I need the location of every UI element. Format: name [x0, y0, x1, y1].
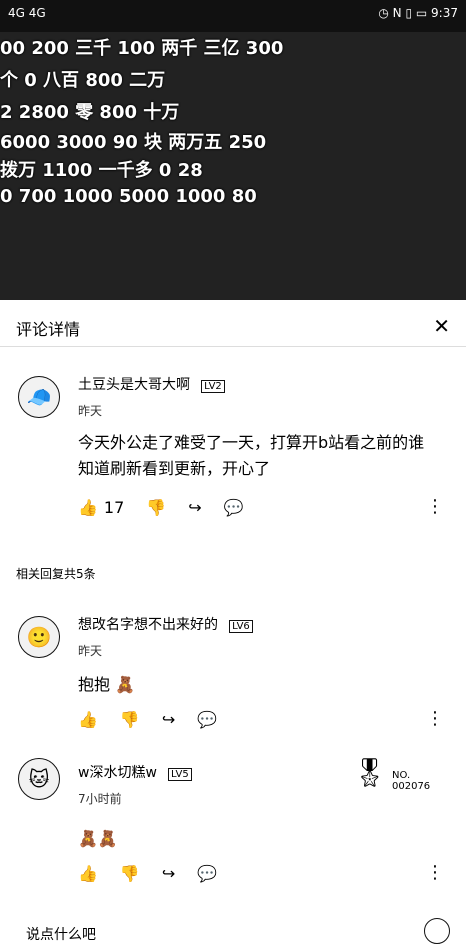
comment-author[interactable]: 土豆头是大哥大啊: [78, 377, 190, 393]
emoji-icon[interactable]: [424, 918, 450, 944]
comment-icon: 💬: [197, 710, 218, 729]
dislike-button[interactable]: 👎: [146, 498, 166, 517]
more-icon[interactable]: ⋮: [426, 496, 444, 517]
sticker-icon: 🧸🧸: [78, 829, 118, 848]
thumbs-down-icon: 👎: [119, 710, 140, 729]
video-player[interactable]: 00 200 三千 100 两千 三亿 300 个 0 八百 800 二万 2 …: [0, 0, 466, 300]
comment-input[interactable]: 说点什么吧: [26, 924, 96, 944]
avatar[interactable]: 🧢: [18, 376, 60, 418]
badge-icon: 🎖: [352, 756, 388, 789]
reply-text: 🧸🧸: [78, 826, 118, 852]
avatar[interactable]: 🙂: [18, 616, 60, 658]
divider: [0, 346, 466, 347]
alarm-icon: ◷: [378, 6, 389, 20]
share-icon: ↪: [161, 710, 176, 729]
like-button[interactable]: 👍 17: [78, 498, 124, 517]
fan-badge: 🎖 NO. 002076: [352, 756, 448, 806]
like-count: 17: [103, 498, 125, 517]
reply-button[interactable]: 💬: [224, 498, 244, 517]
reply-item: 🐱 w深水切糕w LV5 7小时前 🎖 NO. 002076 🧸🧸 👍 👎 ↪ …: [0, 742, 466, 902]
share-button[interactable]: ↪: [188, 498, 201, 517]
thumbs-up-icon: 👍: [78, 710, 98, 729]
battery-icon: ▭: [415, 6, 428, 20]
panel-title: 评论详情: [16, 320, 81, 339]
like-button[interactable]: 👍: [78, 864, 98, 883]
thumbs-up-icon: 👍: [78, 864, 98, 883]
danmaku-line: 00 200 三千 100 两千 三亿 300: [0, 38, 284, 59]
reply-time: 昨天: [78, 644, 103, 658]
thumbs-down-icon: 👎: [119, 864, 140, 883]
danmaku-line: 拨万 1100 一千多 0 28: [0, 160, 203, 181]
nfc-icon: N: [392, 6, 402, 20]
share-icon: ↪: [161, 864, 176, 883]
thumbs-up-icon: 👍: [78, 498, 98, 517]
level-badge: LV2: [201, 380, 225, 393]
dislike-button[interactable]: 👎: [120, 864, 140, 883]
share-icon: ↪: [188, 498, 202, 517]
status-right: ◷ N ▯ ▭ 9:37: [378, 6, 458, 20]
reply-item: 🙂 想改名字想不出来好的 LV6 昨天 抱抱 🧸 👍 👎 ↪ 💬 ⋮: [0, 600, 466, 740]
reply-button[interactable]: 💬: [197, 710, 217, 729]
reply-author[interactable]: 想改名字想不出来好的: [78, 617, 218, 633]
replies-header: 相关回复共5条: [16, 567, 96, 581]
reply-text: 抱抱 🧸: [78, 675, 136, 694]
comment-icon: 💬: [223, 498, 244, 517]
share-button[interactable]: ↪: [162, 710, 175, 729]
comment-text: 今天外公走了难受了一天，打算开b站看之前的谁知道刷新看到更新，开心了: [78, 433, 425, 478]
close-icon[interactable]: ✕: [433, 314, 450, 338]
danmaku-line: 0 700 1000 5000 1000 80: [0, 186, 257, 207]
danmaku-line: 2 2800 零 800 十万: [0, 102, 180, 123]
reply-time: 7小时前: [78, 792, 122, 806]
danmaku-line: 6000 3000 90 块 两万五 250: [0, 132, 267, 153]
sticker-icon: 🧸: [115, 675, 136, 694]
more-icon[interactable]: ⋮: [426, 708, 444, 729]
clock: 9:37: [431, 6, 458, 20]
reply-author[interactable]: w深水切糕w: [78, 765, 157, 781]
comment-time: 昨天: [78, 404, 103, 418]
avatar[interactable]: 🐱: [18, 758, 60, 800]
vibrate-icon: ▯: [405, 6, 413, 20]
level-badge: LV5: [168, 768, 192, 781]
share-button[interactable]: ↪: [162, 864, 175, 883]
badge-number: NO. 002076: [392, 770, 431, 792]
dislike-button[interactable]: 👎: [120, 710, 140, 729]
thumbs-down-icon: 👎: [146, 498, 167, 517]
like-button[interactable]: 👍: [78, 710, 98, 729]
level-badge: LV6: [229, 620, 253, 633]
danmaku-line: 个 0 八百 800 二万: [0, 70, 166, 91]
reply-button[interactable]: 💬: [197, 864, 217, 883]
signal-text: 4G 4G: [8, 6, 46, 20]
status-bar: 4G 4G ◷ N ▯ ▭ 9:37: [0, 0, 466, 32]
comment-icon: 💬: [197, 864, 218, 883]
more-icon[interactable]: ⋮: [426, 862, 444, 883]
comment-main: 🧢 土豆头是大哥大啊 LV2 昨天 今天外公走了难受了一天，打算开b站看之前的谁…: [0, 360, 466, 530]
